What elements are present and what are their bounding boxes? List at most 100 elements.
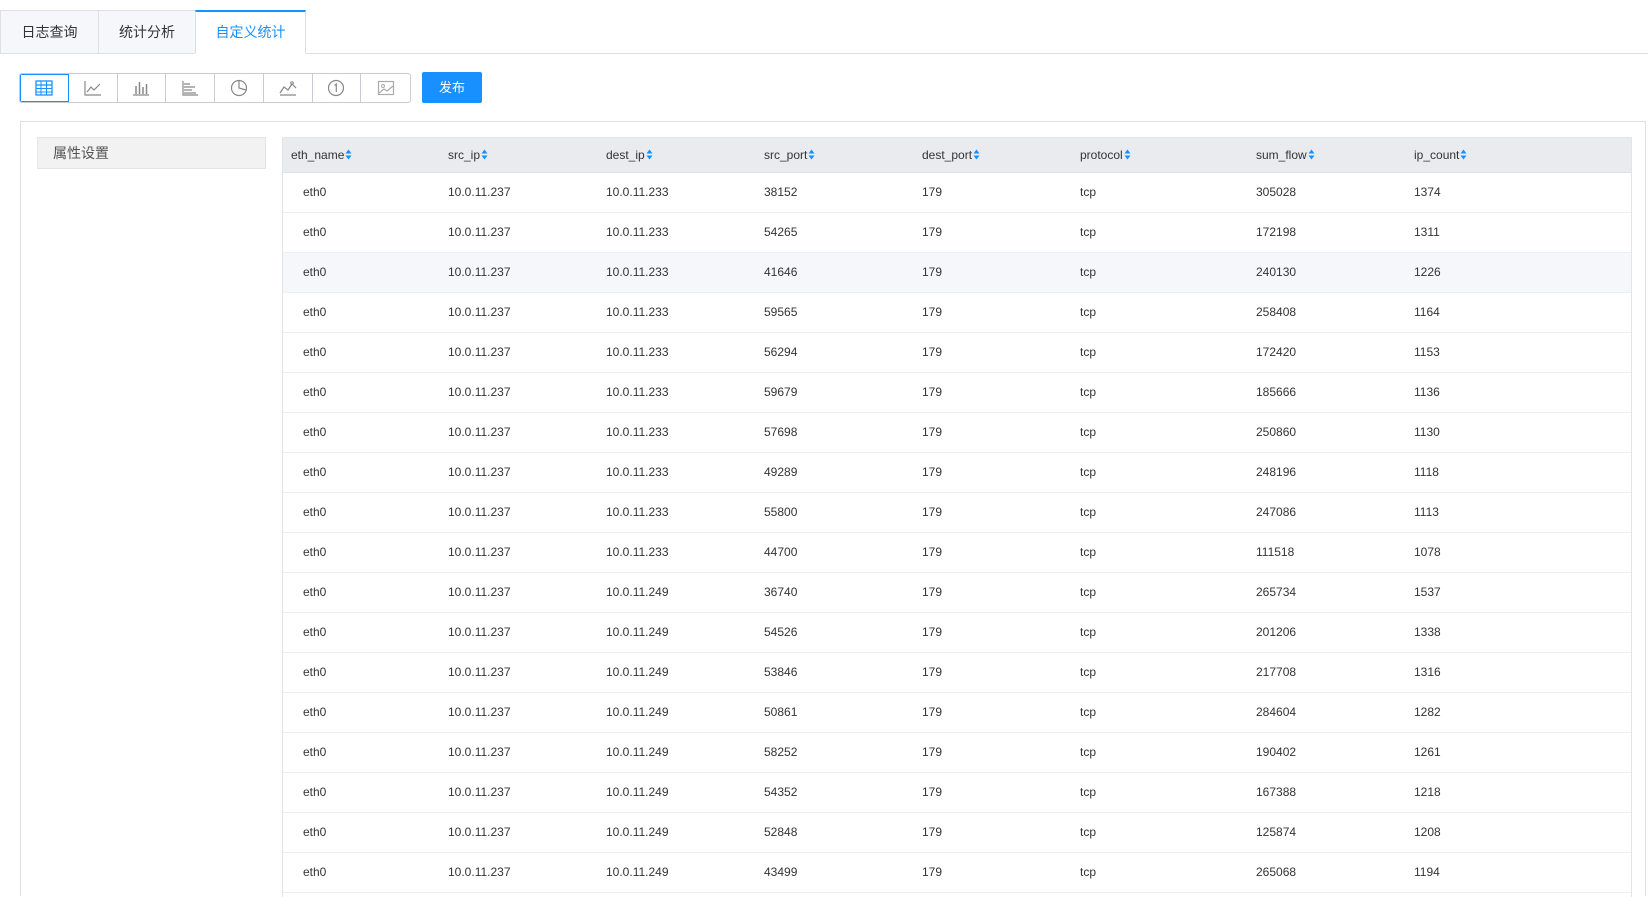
chart-type-toolbar xyxy=(19,73,411,103)
cell-src_ip: 10.0.11.237 xyxy=(440,532,598,573)
cell-dest_port: 179 xyxy=(914,252,1072,293)
cell-ip_count: 1118 xyxy=(1406,452,1631,493)
table-row[interactable]: eth0 10.0.11.237 10.0.11.233 54265 179 tcp 172… xyxy=(283,212,1631,253)
cell-sum_flow: 247086 xyxy=(1248,492,1406,533)
column-header-ip_count[interactable]: ip_count xyxy=(1406,138,1631,173)
cell-eth_name: eth0 xyxy=(283,852,440,893)
sort-icon[interactable] xyxy=(1308,149,1315,160)
column-header-dest_ip[interactable]: dest_ip xyxy=(598,138,756,173)
cell-ip_count: 1153 xyxy=(1406,332,1631,373)
cell-src_port: 58252 xyxy=(756,732,914,773)
pie-chart-button[interactable] xyxy=(215,74,264,102)
tab-custom-statistics[interactable]: 自定义统计 xyxy=(195,10,306,54)
table-row[interactable]: eth0 10.0.11.237 10.0.11.233 44700 179 tcp 111… xyxy=(283,532,1631,573)
cell-src_ip: 10.0.11.237 xyxy=(440,452,598,493)
cell-src_port: 56294 xyxy=(756,332,914,373)
cell-src_port: 49289 xyxy=(756,452,914,493)
cell-dest_port: 179 xyxy=(914,532,1072,573)
cell-src_ip: 10.0.11.237 xyxy=(440,372,598,413)
cell-dest_port: 179 xyxy=(914,852,1072,893)
cell-dest_port: 179 xyxy=(914,732,1072,773)
column-header-src_port[interactable]: src_port xyxy=(756,138,914,173)
cell-dest_ip: 10.0.11.233 xyxy=(598,172,756,213)
cell-src_ip: 10.0.11.237 xyxy=(440,812,598,853)
image-icon xyxy=(377,80,394,96)
cell-eth_name: eth0 xyxy=(283,372,440,413)
table-body: eth0 10.0.11.237 10.0.11.233 38152 179 tcp 305… xyxy=(283,172,1631,893)
attribute-settings-header[interactable]: 属性设置 xyxy=(37,137,266,169)
table-row[interactable]: eth0 10.0.11.237 10.0.11.249 36740 179 tcp 265… xyxy=(283,572,1631,613)
table-row[interactable]: eth0 10.0.11.237 10.0.11.233 56294 179 tcp 172… xyxy=(283,332,1631,373)
cell-sum_flow: 250860 xyxy=(1248,412,1406,453)
publish-button[interactable]: 发布 xyxy=(422,72,482,103)
sort-icon[interactable] xyxy=(1460,149,1467,160)
cell-ip_count: 1078 xyxy=(1406,532,1631,573)
cell-ip_count: 1311 xyxy=(1406,212,1631,253)
cell-dest_port: 179 xyxy=(914,332,1072,373)
cell-src_port: 54265 xyxy=(756,212,914,253)
cell-sum_flow: 125874 xyxy=(1248,812,1406,853)
table-row[interactable]: eth0 10.0.11.237 10.0.11.249 58252 179 tcp 190… xyxy=(283,732,1631,773)
column-header-protocol[interactable]: protocol xyxy=(1072,138,1248,173)
column-header-src_ip[interactable]: src_ip xyxy=(440,138,598,173)
table-row[interactable]: eth0 10.0.11.237 10.0.11.233 55800 179 tcp 247… xyxy=(283,492,1631,533)
table-row[interactable]: eth0 10.0.11.237 10.0.11.233 38152 179 tcp 305… xyxy=(283,172,1631,213)
table-row[interactable]: eth0 10.0.11.237 10.0.11.249 50861 179 tcp 284… xyxy=(283,692,1631,733)
horizontal-bar-icon xyxy=(182,81,199,96)
table-row[interactable]: eth0 10.0.11.237 10.0.11.233 57698 179 tcp 250… xyxy=(283,412,1631,453)
line-chart-button[interactable] xyxy=(68,74,118,102)
cell-src_port: 59565 xyxy=(756,292,914,333)
table-row[interactable]: eth0 10.0.11.237 10.0.11.249 53846 179 tcp 217… xyxy=(283,652,1631,693)
sort-icon[interactable] xyxy=(973,149,980,160)
cell-eth_name: eth0 xyxy=(283,332,440,373)
cell-sum_flow: 167388 xyxy=(1248,772,1406,813)
sort-icon[interactable] xyxy=(345,149,352,160)
table-row[interactable]: eth0 10.0.11.237 10.0.11.249 54526 179 tcp 201… xyxy=(283,612,1631,653)
column-header-label: src_port xyxy=(764,147,808,162)
table-row[interactable]: eth0 10.0.11.237 10.0.11.249 52848 179 tcp 125… xyxy=(283,812,1631,853)
cell-protocol: tcp xyxy=(1072,212,1248,253)
cell-src_ip: 10.0.11.237 xyxy=(440,652,598,693)
cell-ip_count: 1374 xyxy=(1406,172,1631,213)
table-view-button[interactable] xyxy=(20,74,69,102)
horizontal-bar-button[interactable] xyxy=(166,74,215,102)
cell-protocol: tcp xyxy=(1072,692,1248,733)
tab-statistics[interactable]: 统计分析 xyxy=(98,10,196,54)
table-row[interactable]: eth0 10.0.11.237 10.0.11.233 49289 179 tcp 248… xyxy=(283,452,1631,493)
column-header-dest_port[interactable]: dest_port xyxy=(914,138,1072,173)
cell-dest_ip: 10.0.11.249 xyxy=(598,572,756,613)
table-row[interactable]: eth0 10.0.11.237 10.0.11.233 41646 179 tcp 240… xyxy=(283,252,1631,293)
results-table-container[interactable]: eth_name src_ip dest_ip src_port dest_port pr… xyxy=(282,137,1632,897)
cell-src_ip: 10.0.11.237 xyxy=(440,332,598,373)
cell-dest_port: 179 xyxy=(914,452,1072,493)
cell-protocol: tcp xyxy=(1072,772,1248,813)
column-header-eth_name[interactable]: eth_name xyxy=(283,138,440,173)
table-row[interactable]: eth0 10.0.11.237 10.0.11.249 54352 179 tcp 167… xyxy=(283,772,1631,813)
cell-sum_flow: 258408 xyxy=(1248,292,1406,333)
cell-ip_count: 1261 xyxy=(1406,732,1631,773)
cell-dest_ip: 10.0.11.233 xyxy=(598,412,756,453)
bar-chart-button[interactable] xyxy=(117,74,167,102)
cell-ip_count: 1316 xyxy=(1406,652,1631,693)
table-row[interactable]: eth0 10.0.11.237 10.0.11.249 43499 179 tcp 265… xyxy=(283,852,1631,893)
cell-dest_ip: 10.0.11.249 xyxy=(598,612,756,653)
sort-icon[interactable] xyxy=(1124,149,1131,160)
sort-icon[interactable] xyxy=(808,149,815,160)
image-button[interactable] xyxy=(361,74,410,102)
cell-protocol: tcp xyxy=(1072,252,1248,293)
table-row[interactable]: eth0 10.0.11.237 10.0.11.233 59565 179 tcp 258… xyxy=(283,292,1631,333)
tab-log-query[interactable]: 日志查询 xyxy=(0,10,99,54)
sort-icon[interactable] xyxy=(481,149,488,160)
cell-sum_flow: 185666 xyxy=(1248,372,1406,413)
table-row[interactable]: eth0 10.0.11.237 10.0.11.233 59679 179 tcp 185… xyxy=(283,372,1631,413)
cell-ip_count: 1113 xyxy=(1406,492,1631,533)
number-card-button[interactable] xyxy=(312,74,362,102)
cell-src_port: 36740 xyxy=(756,572,914,613)
sort-icon[interactable] xyxy=(646,149,653,160)
column-header-sum_flow[interactable]: sum_flow xyxy=(1248,138,1406,173)
cell-sum_flow: 248196 xyxy=(1248,452,1406,493)
cell-dest_ip: 10.0.11.233 xyxy=(598,332,756,373)
cell-sum_flow: 201206 xyxy=(1248,612,1406,653)
results-table: eth_name src_ip dest_ip src_port dest_port pr… xyxy=(283,138,1631,893)
area-chart-button[interactable] xyxy=(263,74,313,102)
